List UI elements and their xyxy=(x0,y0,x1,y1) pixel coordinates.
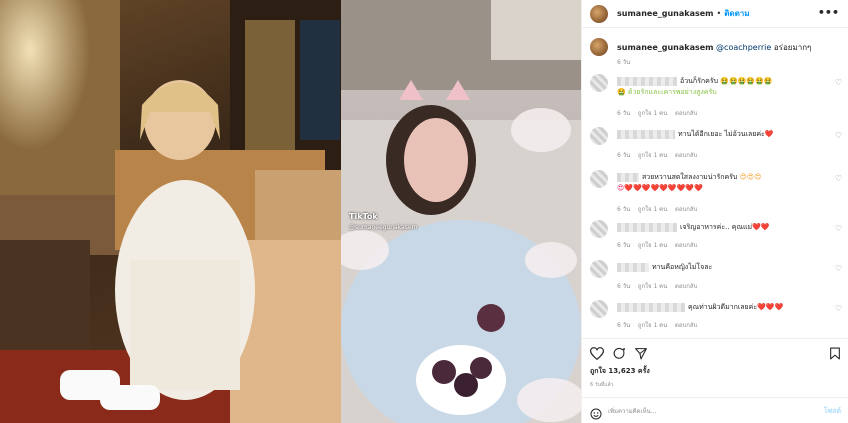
comment-input[interactable] xyxy=(608,404,808,418)
comment-emoji: ❤️❤️ xyxy=(752,223,770,231)
comment-time: 6 วัน xyxy=(617,110,631,117)
avatar[interactable] xyxy=(590,38,608,56)
more-options-icon[interactable]: ••• xyxy=(818,6,839,19)
post-actions-bar xyxy=(582,338,848,362)
comment-meta: 6 วัน ถูกใจ 1 คน ตอบกลับ xyxy=(617,150,697,160)
comment-icon[interactable] xyxy=(612,345,626,364)
comment-likes[interactable]: ถูกใจ 1 คน xyxy=(638,110,667,117)
heart-icon[interactable]: ♡ xyxy=(835,174,842,183)
comment-text: สวยหวานสดใสลงงามน่ารักครับ xyxy=(642,173,738,181)
photo-left-art xyxy=(0,0,341,423)
blurred-username xyxy=(617,302,685,312)
comment-time: 6 วัน xyxy=(617,152,631,159)
bookmark-icon[interactable] xyxy=(829,345,841,364)
comments-list[interactable]: sumanee_gunakasem @coachperrie อร่อยมากๆ… xyxy=(582,28,848,332)
caption-time: 6 วัน xyxy=(617,59,631,66)
comment-emoji: ❤️❤️❤️ xyxy=(757,303,784,311)
likes-count[interactable]: ถูกใจ 13,623 ครั้ง xyxy=(590,366,650,377)
comment-likes[interactable]: ถูกใจ 1 คน xyxy=(638,242,667,249)
avatar xyxy=(590,74,608,92)
comment-likes[interactable]: ถูกใจ 1 คน xyxy=(638,152,667,159)
comment-likes[interactable]: ถูกใจ 1 คน xyxy=(638,283,667,290)
add-comment-bar: โพสต์ xyxy=(582,397,848,423)
heart-icon[interactable]: ♡ xyxy=(835,304,842,313)
blurred-username xyxy=(617,76,677,86)
reply-button[interactable]: ตอบกลับ xyxy=(675,110,697,117)
blurred-username xyxy=(617,222,677,232)
comment-likes[interactable]: ถูกใจ 1 คน xyxy=(638,322,667,329)
comment-emoji: ❤️ xyxy=(764,130,774,138)
comment-text: คุณท่านผิวดีมากเลยค่ะ xyxy=(688,303,758,311)
comment-text-line2: 🤮 ด้วยรักและเคารพอย่างสูงครับ xyxy=(617,88,717,96)
avatar xyxy=(590,300,608,318)
comment-meta: 6 วัน ถูกใจ 1 คน ตอบกลับ xyxy=(617,320,697,330)
avatar xyxy=(590,220,608,238)
heart-icon[interactable]: ♡ xyxy=(835,131,842,140)
avatar[interactable] xyxy=(590,4,608,23)
avatar xyxy=(590,260,608,278)
blurred-username xyxy=(617,172,639,182)
comment-text: เจริญอาหารค่ะ.. คุณแม่ xyxy=(680,223,753,231)
username[interactable]: sumanee_gunakasem xyxy=(617,9,714,18)
comment-text-line2: 😍❤️❤️❤️❤️❤️❤️❤️❤️❤️ xyxy=(617,184,703,192)
comment-text: ทานได้อีกเยอะ ไม่อ้วนเลยค่ะ xyxy=(678,130,765,138)
caption-text: อร่อยมากๆ xyxy=(773,43,812,52)
avatar xyxy=(590,170,608,188)
post-date: 6 วันที่แล้ว xyxy=(590,382,614,388)
reply-button[interactable]: ตอบกลับ xyxy=(675,242,697,249)
blurred-username xyxy=(617,262,649,272)
comment-time: 6 วัน xyxy=(617,283,631,290)
comment-time: 6 วัน xyxy=(617,322,631,329)
comment-time: 6 วัน xyxy=(617,206,631,213)
emoji-icon[interactable] xyxy=(590,405,602,423)
heart-icon[interactable]: ♡ xyxy=(835,224,842,233)
post-comment-button[interactable]: โพสต์ xyxy=(824,406,841,417)
share-icon[interactable] xyxy=(634,345,648,364)
comment-meta: 6 วัน ถูกใจ 1 คน ตอบกลับ xyxy=(617,108,697,118)
heart-icon[interactable]: ♡ xyxy=(835,264,842,273)
reply-button[interactable]: ตอบกลับ xyxy=(675,206,697,213)
comment-likes[interactable]: ถูกใจ 1 คน xyxy=(638,206,667,213)
post-photo-left[interactable] xyxy=(0,0,341,423)
post-side-panel: sumanee_gunakasem • ติดตาม ••• sumanee_g… xyxy=(581,0,848,423)
separator-dot: • xyxy=(716,9,722,18)
comment-emoji: 😍😍😍 xyxy=(739,173,762,181)
tiktok-label: TikTok xyxy=(349,212,378,221)
reply-button[interactable]: ตอบกลับ xyxy=(675,322,697,329)
reply-button[interactable]: ตอบกลับ xyxy=(675,152,697,159)
heart-icon[interactable]: ♡ xyxy=(835,78,842,87)
blurred-username xyxy=(617,129,675,139)
comment-meta: 6 วัน ถูกใจ 1 คน ตอบกลับ xyxy=(617,281,697,291)
avatar xyxy=(590,127,608,145)
comment-text: อ้วนก็รักครับ xyxy=(680,77,719,85)
tiktok-username: @sumaneegunakasem xyxy=(349,224,418,231)
comment-time: 6 วัน xyxy=(617,242,631,249)
follow-button[interactable]: ติดตาม xyxy=(724,7,749,20)
heart-icon[interactable] xyxy=(589,345,605,364)
caption-mention[interactable]: @coachperrie xyxy=(716,43,771,52)
post-photo-right[interactable]: TikTok @sumaneegunakasem xyxy=(341,0,581,423)
comment-emoji: 🤮🤮🤮🤮🤮🤮 xyxy=(720,77,773,85)
reply-button[interactable]: ตอบกลับ xyxy=(675,283,697,290)
comment-meta: 6 วัน ถูกใจ 1 คน ตอบกลับ xyxy=(617,240,697,250)
post-header: sumanee_gunakasem • ติดตาม ••• xyxy=(582,0,848,28)
comment-text: ทานคือหญิงไม่โจละ xyxy=(652,263,713,271)
comment-meta: 6 วัน ถูกใจ 1 คน ตอบกลับ xyxy=(617,204,697,214)
caption-username[interactable]: sumanee_gunakasem xyxy=(617,43,714,52)
